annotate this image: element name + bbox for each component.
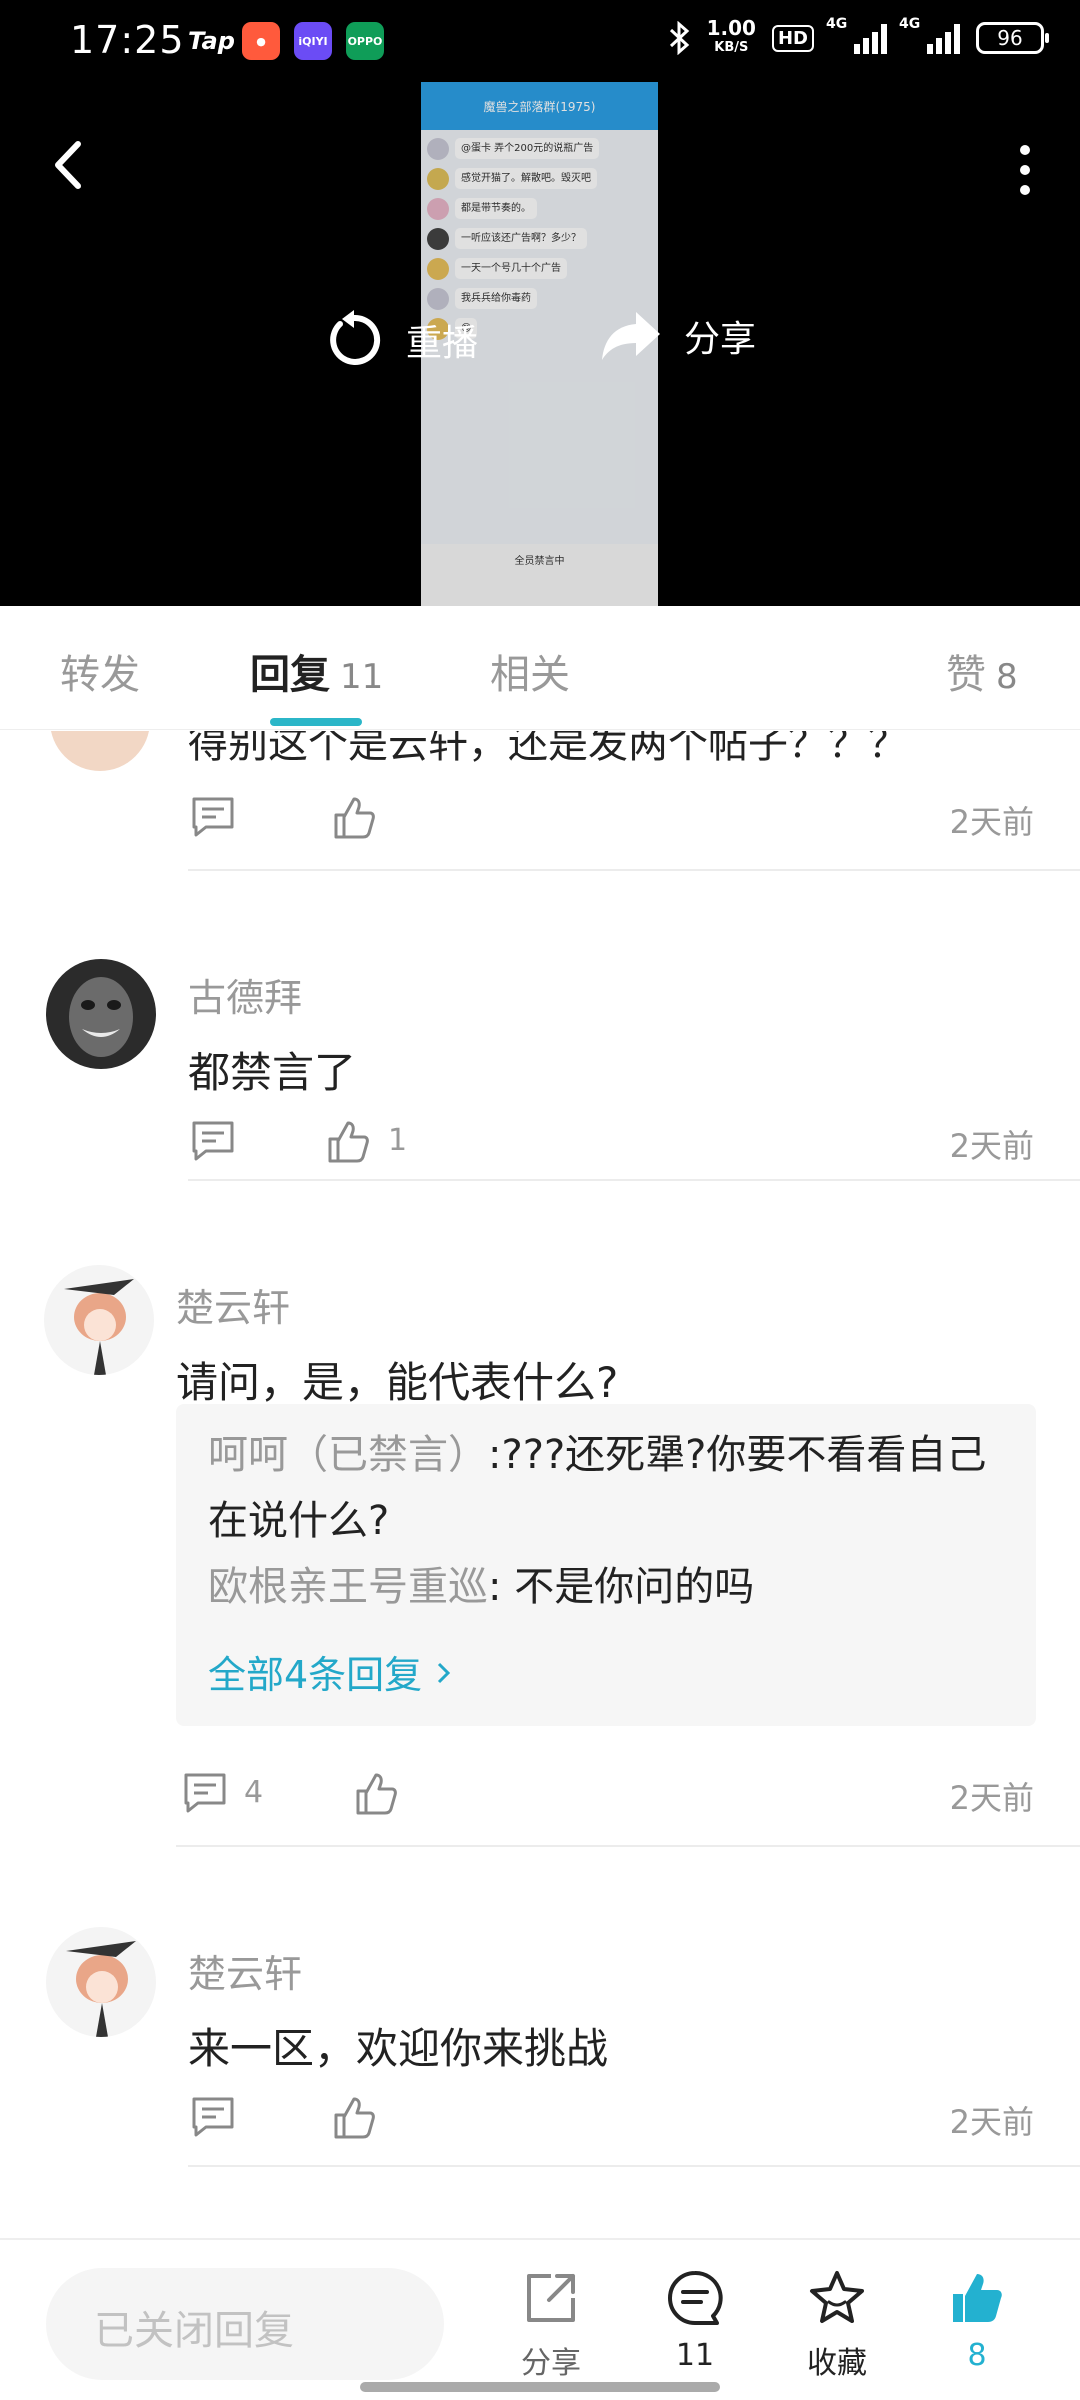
video-share-label: 分享	[684, 319, 757, 360]
like-button[interactable]: 8	[922, 2268, 1032, 2373]
thumbs-up-icon[interactable]	[354, 1771, 398, 1817]
detail-tabs: 转发 回复 11 相关 赞8	[0, 606, 1080, 730]
tab-like[interactable]: 赞8	[946, 642, 1018, 700]
oppo-app-icon: OPPO	[346, 22, 384, 60]
tab-related[interactable]: 相关	[490, 642, 570, 700]
share-button[interactable]: 分享	[496, 2268, 606, 2382]
active-tab-indicator	[270, 718, 362, 726]
comment-time: 2天前	[949, 2103, 1034, 2141]
share-label: 分享	[521, 2346, 581, 2381]
comment-actions: 2天前	[0, 787, 1080, 843]
share-arrow-icon	[602, 312, 660, 360]
avatar-image	[44, 1265, 154, 1375]
tab-reply-label: 回复	[250, 652, 330, 698]
comment-time: 2天前	[949, 1127, 1034, 1165]
thumbs-up-icon[interactable]	[326, 1119, 370, 1165]
avatar-image	[46, 1927, 156, 2037]
chevron-right-icon	[438, 1662, 451, 1684]
comment-text: 都禁言了	[188, 1048, 357, 1097]
comment-item: 楚云轩 来一区，欢迎你来挑战 2天前	[0, 1847, 1080, 2167]
iqiyi-app-icon: iQIYI	[294, 22, 332, 60]
status-time: 17:25	[70, 18, 185, 62]
tab-forward[interactable]: 转发	[60, 642, 140, 700]
view-all-replies-link[interactable]: 全部4条回复	[208, 1644, 454, 1699]
avatar[interactable]	[46, 959, 156, 1069]
avatar[interactable]	[46, 1927, 156, 2037]
favorite-label: 收藏	[807, 2346, 867, 2381]
home-indicator[interactable]	[360, 2382, 720, 2392]
more-vertical-icon	[1020, 145, 1030, 195]
replay-icon	[330, 310, 381, 365]
comment-icon	[668, 2270, 723, 2325]
star-icon	[810, 2271, 864, 2323]
like-count: 8	[967, 2338, 987, 2373]
divider	[188, 2165, 1080, 2167]
avatar-image	[46, 959, 156, 1069]
tab-reply[interactable]: 回复 11	[250, 642, 383, 700]
comment-text: 得别这个是云轩，还是发两个帖子？？？	[188, 731, 908, 767]
comment-text: 请问，是，能代表什么?	[176, 1358, 619, 1407]
battery-icon: 96	[976, 22, 1049, 54]
video-share-button[interactable]: 分享	[598, 308, 756, 364]
thumbs-up-filled-icon	[953, 2274, 1002, 2322]
comments-button[interactable]: 11	[640, 2268, 750, 2373]
tab-like-count: 8	[996, 657, 1018, 697]
favorite-button[interactable]: 收藏	[782, 2268, 892, 2382]
video-player[interactable]: 17:25 Tap ● iQIYI OPPO 1.00 KB/S HD 4G 4…	[0, 0, 1080, 606]
comment-item: 古德拜 都禁言了 1 2天前	[0, 871, 1080, 1181]
back-button[interactable]	[40, 130, 100, 200]
replay-label: 重播	[406, 323, 479, 364]
reply-bubble-icon[interactable]	[190, 2095, 236, 2139]
network-speed: 1.00 KB/S	[706, 16, 756, 55]
more-button[interactable]	[1010, 140, 1040, 200]
avatar[interactable]	[44, 1265, 154, 1375]
comment-author[interactable]: 楚云轩	[176, 1277, 290, 1332]
comment-time: 2天前	[949, 803, 1034, 841]
avatar[interactable]	[50, 731, 150, 771]
thumbs-up-icon[interactable]	[332, 2095, 376, 2141]
like-count: 1	[388, 1123, 408, 1158]
thumbs-up-icon[interactable]	[332, 795, 376, 841]
tab-like-label: 赞	[946, 652, 986, 698]
comment-text: 来一区，欢迎你来挑战	[188, 2024, 609, 2073]
reply-input[interactable]: 已关闭回复	[46, 2268, 444, 2380]
hd-icon: HD	[771, 24, 814, 52]
comment-time: 2天前	[949, 1779, 1034, 1817]
status-bar: 17:25 Tap ● iQIYI OPPO 1.00 KB/S HD 4G 4…	[0, 0, 1080, 82]
game-app-icon: ●	[242, 22, 280, 60]
tab-reply-count: 11	[340, 657, 384, 697]
signal-1-icon: 4G	[826, 16, 887, 54]
comment-actions: 4 2天前	[0, 1763, 1080, 1819]
comment-author[interactable]: 古德拜	[188, 967, 302, 1022]
comment-actions: 2天前	[0, 2087, 1080, 2143]
comment-item: 得别这个是云轩，还是发两个帖子？？？ 2天前	[0, 731, 1080, 871]
bottom-action-bar: 已关闭回复 分享 11 收藏 8	[0, 2238, 1080, 2400]
sub-reply-author[interactable]: 呵呵（已禁言）	[208, 1432, 488, 1478]
reply-bubble-icon[interactable]	[182, 1771, 228, 1815]
signal-2-icon: 4G	[899, 16, 960, 54]
sub-replies-box[interactable]: 呵呵（已禁言）:???还死犟?你要不看看自己在说什么? 欧根亲王号重巡: 不是你…	[176, 1404, 1036, 1726]
chevron-left-icon	[55, 141, 81, 189]
tap-app-icon: Tap	[188, 27, 235, 55]
sub-reply: 欧根亲王号重巡: 不是你问的吗	[208, 1554, 1008, 1620]
reply-bubble-icon[interactable]	[190, 795, 236, 839]
comment-author[interactable]: 楚云轩	[188, 1943, 302, 1998]
comment-list[interactable]: 得别这个是云轩，还是发两个帖子？？？ 2天前 古德拜 都禁言了 1 2天前 楚云…	[0, 731, 1080, 2238]
replay-button[interactable]: 重播	[320, 308, 478, 372]
comments-count: 11	[675, 2338, 715, 2373]
reply-count: 4	[244, 1775, 264, 1810]
reply-bubble-icon[interactable]	[190, 1119, 236, 1163]
comment-actions: 1 2天前	[0, 1111, 1080, 1167]
sub-reply-author[interactable]: 欧根亲王号重巡	[208, 1564, 488, 1610]
sub-reply: 呵呵（已禁言）:???还死犟?你要不看看自己在说什么?	[208, 1422, 1008, 1554]
status-indicators: 1.00 KB/S HD 4G 4G 96	[667, 16, 1049, 58]
bluetooth-icon	[669, 21, 689, 55]
sub-reply-text: : 不是你问的吗	[488, 1564, 755, 1610]
notification-icons: Tap ● iQIYI OPPO	[188, 22, 384, 60]
share-icon	[527, 2274, 575, 2322]
